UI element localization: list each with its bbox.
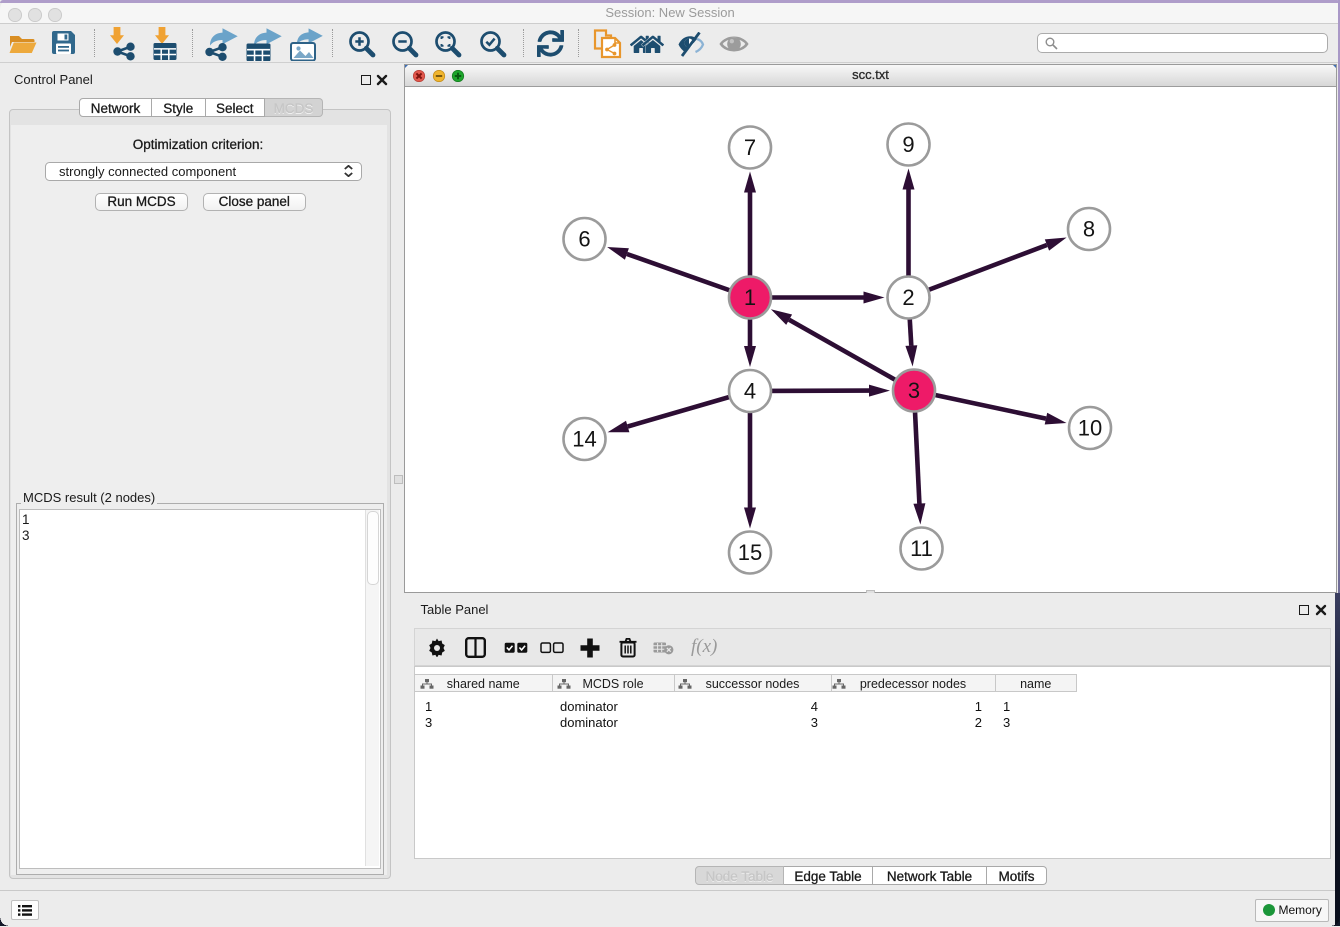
svg-text:6: 6: [578, 227, 590, 252]
svg-text:14: 14: [572, 427, 596, 452]
svg-text:10: 10: [1078, 416, 1102, 441]
svg-text:9: 9: [902, 132, 914, 157]
svg-text:7: 7: [744, 135, 756, 160]
svg-text:11: 11: [910, 536, 933, 561]
svg-text:3: 3: [908, 378, 920, 403]
svg-text:1: 1: [744, 285, 756, 310]
svg-text:15: 15: [738, 540, 762, 565]
svg-text:4: 4: [744, 379, 756, 404]
svg-text:2: 2: [902, 285, 914, 310]
svg-text:8: 8: [1083, 217, 1095, 242]
